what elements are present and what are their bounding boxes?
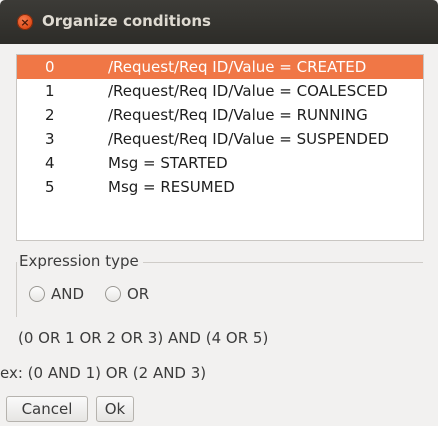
- condition-text: Msg = STARTED: [108, 154, 228, 172]
- or-radio-option[interactable]: OR: [105, 285, 149, 303]
- and-radio-label: AND: [51, 285, 85, 303]
- condition-index: 0: [45, 58, 55, 76]
- condition-index: 2: [45, 106, 55, 124]
- condition-index: 1: [45, 82, 55, 100]
- close-icon[interactable]: ×: [17, 14, 33, 30]
- and-radio-button[interactable]: [29, 286, 45, 302]
- expression-type-group: Expression type AND OR: [16, 252, 423, 317]
- condition-text: Msg = RESUMED: [108, 178, 235, 196]
- cancel-button[interactable]: Cancel: [6, 396, 88, 422]
- example-text: ex: (0 AND 1) OR (2 AND 3): [0, 364, 207, 382]
- condition-row[interactable]: 1 /Request/Req ID/Value = COALESCED: [17, 79, 423, 103]
- or-radio-label: OR: [127, 285, 150, 303]
- condition-row[interactable]: 4 Msg = STARTED: [17, 151, 423, 175]
- condition-row[interactable]: 0 /Request/Req ID/Value = CREATED: [17, 55, 423, 79]
- condition-index: 5: [45, 178, 55, 196]
- condition-row[interactable]: 5 Msg = RESUMED: [17, 175, 423, 199]
- conditions-list[interactable]: 0 /Request/Req ID/Value = CREATED 1 /Req…: [16, 54, 424, 241]
- expression-text: (0 OR 1 OR 2 OR 3) AND (4 OR 5): [18, 329, 269, 347]
- and-radio-option[interactable]: AND: [29, 285, 84, 303]
- condition-text: /Request/Req ID/Value = RUNNING: [108, 106, 368, 124]
- condition-index: 4: [45, 154, 55, 172]
- condition-text: /Request/Req ID/Value = CREATED: [108, 58, 367, 76]
- condition-row[interactable]: 2 /Request/Req ID/Value = RUNNING: [17, 103, 423, 127]
- condition-text: /Request/Req ID/Value = COALESCED: [108, 82, 388, 100]
- or-radio-button[interactable]: [105, 286, 121, 302]
- title-bar: × Organize conditions: [0, 0, 438, 44]
- expression-type-title: Expression type: [17, 252, 143, 270]
- condition-text: /Request/Req ID/Value = SUSPENDED: [108, 130, 389, 148]
- ok-button[interactable]: Ok: [96, 396, 134, 422]
- condition-row[interactable]: 3 /Request/Req ID/Value = SUSPENDED: [17, 127, 423, 151]
- condition-index: 3: [45, 130, 55, 148]
- window-title: Organize conditions: [42, 12, 211, 30]
